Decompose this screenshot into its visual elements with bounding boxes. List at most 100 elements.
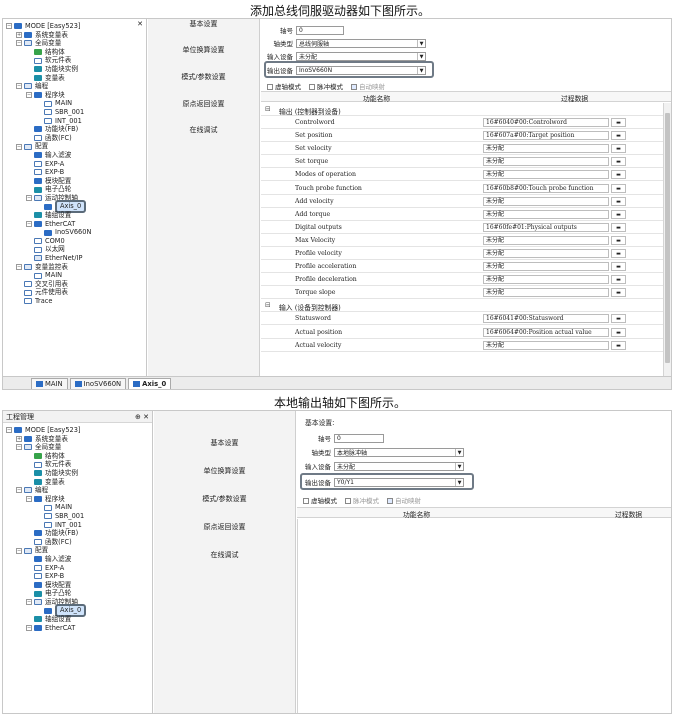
dropdown-button[interactable]: ▬ bbox=[611, 275, 626, 285]
auto-map-checkbox[interactable]: 自动映射 bbox=[387, 495, 421, 505]
tree-item[interactable]: 交叉引用表 bbox=[6, 280, 146, 289]
tree-item[interactable]: + 系统变量表 bbox=[6, 435, 152, 444]
tree-item[interactable]: − 配置 bbox=[6, 142, 146, 151]
dropdown-button[interactable]: ▬ bbox=[611, 144, 626, 154]
tree-item[interactable]: 结构体 bbox=[6, 452, 152, 461]
tree-item[interactable]: EXP-A bbox=[6, 160, 146, 169]
process-data-field[interactable]: 16#60b8#00:Touch probe function bbox=[483, 183, 609, 193]
tree-item[interactable]: EXP-B bbox=[6, 168, 146, 177]
expand-icon[interactable]: + bbox=[16, 435, 22, 442]
tree-item[interactable]: 功能块实例 bbox=[6, 469, 152, 478]
menu-item[interactable]: 单位换算设置 bbox=[154, 466, 295, 476]
axis-no-input[interactable]: 0 bbox=[296, 25, 344, 35]
menu-item[interactable]: 基本设置 bbox=[148, 19, 259, 29]
process-data-field[interactable]: 16#60fe#01:Physical outputs bbox=[483, 222, 609, 232]
input-device-select[interactable]: 未分配 ▼ bbox=[296, 51, 426, 61]
dropdown-button[interactable]: ▬ bbox=[611, 249, 626, 258]
tree-item[interactable]: − EtherCAT bbox=[6, 624, 152, 633]
auto-map-checkbox[interactable]: 自动映射 bbox=[351, 81, 385, 91]
tree-item[interactable]: 软元件表 bbox=[6, 460, 152, 469]
grid-scrollbar[interactable] bbox=[663, 103, 671, 377]
tree-item[interactable]: − 配置 bbox=[6, 546, 152, 555]
tree-item[interactable]: − 全局变量 bbox=[6, 39, 146, 48]
collapse-icon[interactable]: ⊟ bbox=[265, 105, 271, 113]
expand-icon[interactable]: + bbox=[16, 31, 22, 38]
process-data-field[interactable]: 未分配 bbox=[483, 340, 609, 350]
axis-type-select[interactable]: 本地脉冲轴 ▼ bbox=[334, 447, 464, 457]
menu-item[interactable]: 模式/参数设置 bbox=[154, 494, 295, 504]
tree-item[interactable]: − 变量监控表 bbox=[6, 263, 146, 272]
tree-item[interactable]: 结构体 bbox=[6, 48, 146, 57]
collapse-icon[interactable]: − bbox=[26, 599, 32, 606]
pulse-mode-checkbox[interactable]: 脉冲模式 bbox=[309, 81, 343, 91]
dropdown-button[interactable]: ▬ bbox=[611, 170, 626, 180]
dropdown-button[interactable]: ▬ bbox=[611, 314, 626, 324]
scrollbar-thumb[interactable] bbox=[665, 113, 670, 363]
tree-item[interactable]: Axis_0 bbox=[6, 604, 152, 618]
dropdown-button[interactable]: ▬ bbox=[611, 222, 626, 232]
process-data-field[interactable]: 未分配 bbox=[483, 209, 609, 219]
tree-item[interactable]: 以太网 bbox=[6, 245, 146, 254]
tree-item[interactable]: COM0 bbox=[6, 237, 146, 246]
virtual-mode-checkbox[interactable]: 虚轴模式 bbox=[267, 81, 301, 91]
menu-item[interactable]: 单位换算设置 bbox=[148, 45, 259, 55]
collapse-icon[interactable]: − bbox=[16, 487, 22, 494]
tree-item[interactable]: 函数(FC) bbox=[6, 538, 152, 547]
menu-item[interactable]: 模式/参数设置 bbox=[148, 72, 259, 82]
tree-item[interactable]: − 程序块 bbox=[6, 495, 152, 504]
process-data-field[interactable]: 16#6064#00:Position actual value bbox=[483, 327, 609, 337]
tree-item[interactable]: 函数(FC) bbox=[6, 134, 146, 143]
axis-no-input[interactable]: 0 bbox=[334, 433, 384, 443]
tree-item[interactable]: − 编程 bbox=[6, 82, 146, 91]
tree-item[interactable]: − 全局变量 bbox=[6, 443, 152, 452]
tree-item[interactable]: SBR_001 bbox=[6, 512, 152, 521]
dropdown-button[interactable]: ▬ bbox=[611, 131, 626, 141]
tree-item[interactable]: 电子凸轮 bbox=[6, 185, 146, 194]
process-data-field[interactable]: 未分配 bbox=[483, 196, 609, 206]
tree-item[interactable]: 轴组设置 bbox=[6, 615, 152, 624]
dropdown-button[interactable]: ▬ bbox=[611, 288, 626, 298]
tree-item[interactable]: 功能块实例 bbox=[6, 65, 146, 74]
tree-item[interactable]: 输入滤波 bbox=[6, 555, 152, 564]
collapse-icon[interactable]: − bbox=[16, 547, 22, 554]
collapse-icon[interactable]: − bbox=[6, 23, 12, 30]
process-data-field[interactable]: 未分配 bbox=[483, 275, 609, 285]
tree-item[interactable]: 轴组设置 bbox=[6, 211, 146, 220]
collapse-icon[interactable]: − bbox=[6, 427, 12, 434]
dropdown-button[interactable]: ▬ bbox=[611, 157, 626, 167]
editor-tab[interactable]: Axis_0 bbox=[128, 378, 172, 389]
tree-item[interactable]: 模块配置 bbox=[6, 177, 146, 186]
collapse-icon[interactable]: − bbox=[16, 263, 22, 270]
tree-item[interactable]: + 系统变量表 bbox=[6, 31, 146, 40]
tree-item[interactable]: INT_001 bbox=[6, 117, 146, 126]
collapse-icon[interactable]: − bbox=[16, 83, 22, 90]
tree-item[interactable]: 电子凸轮 bbox=[6, 589, 152, 598]
pin-close-icon[interactable]: ⊕ ✕ bbox=[135, 413, 149, 421]
dropdown-button[interactable]: ▬ bbox=[611, 183, 626, 193]
tree-item[interactable]: MAIN bbox=[6, 271, 146, 280]
pulse-mode-checkbox[interactable]: 脉冲模式 bbox=[345, 495, 379, 505]
input-device-select[interactable]: 未分配 ▼ bbox=[334, 461, 464, 471]
tree-item[interactable]: 功能块(FB) bbox=[6, 529, 152, 538]
collapse-icon[interactable]: − bbox=[26, 92, 32, 99]
process-data-field[interactable]: 未分配 bbox=[483, 262, 609, 272]
group-row[interactable]: ⊟ 输入 (设备到控制器) bbox=[261, 299, 663, 313]
process-data-field[interactable]: 未分配 bbox=[483, 144, 609, 154]
group-row[interactable]: ⊟ 输出 (控制器到设备) bbox=[261, 103, 663, 116]
tree-item[interactable]: 功能块(FB) bbox=[6, 125, 146, 134]
tree-item[interactable]: INT_001 bbox=[6, 521, 152, 530]
tree-item[interactable]: EtherNet/IP bbox=[6, 254, 146, 263]
menu-item[interactable]: 原点返回设置 bbox=[154, 522, 295, 532]
menu-item[interactable]: 在线调试 bbox=[148, 125, 259, 135]
collapse-icon[interactable]: − bbox=[16, 40, 22, 47]
tree-item[interactable]: 模块配置 bbox=[6, 581, 152, 590]
collapse-icon[interactable]: − bbox=[26, 624, 32, 631]
process-data-field[interactable]: 未分配 bbox=[483, 170, 609, 180]
tree-item[interactable]: SBR_001 bbox=[6, 108, 146, 117]
tree-item[interactable]: MAIN bbox=[6, 99, 146, 108]
tree-item[interactable]: 元件使用表 bbox=[6, 288, 146, 297]
tree-item[interactable]: − EtherCAT bbox=[6, 220, 146, 229]
process-data-field[interactable]: 未分配 bbox=[483, 288, 609, 298]
dropdown-button[interactable]: ▬ bbox=[611, 327, 626, 337]
process-data-field[interactable]: 16#6040#00:Controlword bbox=[483, 118, 609, 127]
